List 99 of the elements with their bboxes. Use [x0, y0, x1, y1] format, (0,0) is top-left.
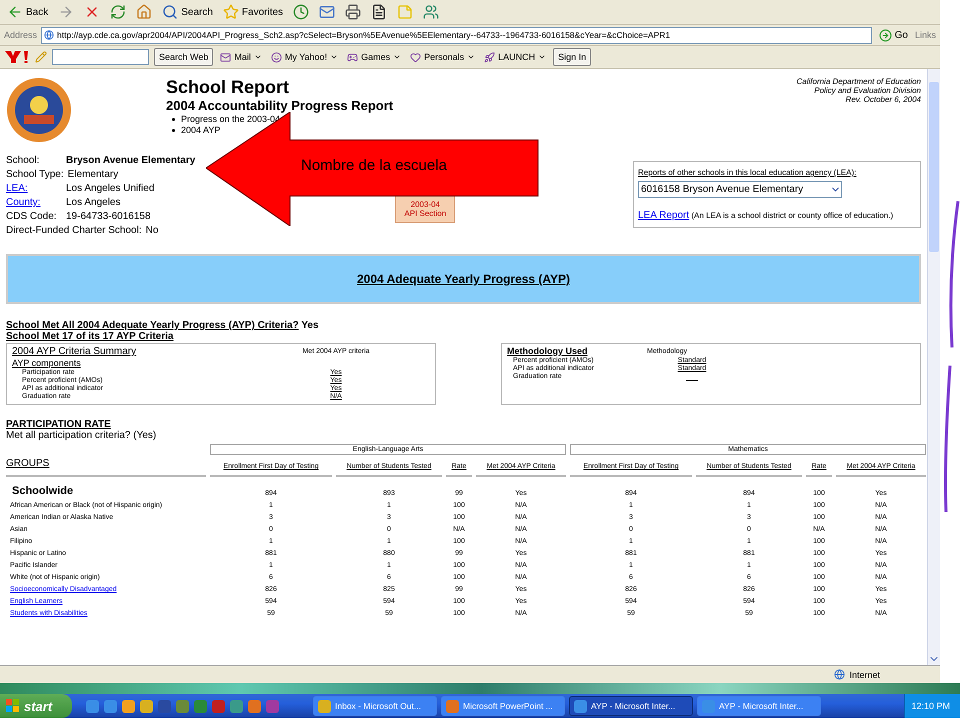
toolbar-menu-button[interactable]: Personals [408, 52, 478, 62]
pencil-icon[interactable] [35, 51, 47, 63]
gamepad-icon [347, 52, 358, 62]
section-heading: PARTICIPATION RATE [6, 419, 112, 430]
toolbar-menu-button[interactable]: Games [345, 52, 404, 62]
address-label: Address [4, 30, 38, 40]
summary-title: 2004 AYP Criteria Summary [12, 346, 138, 357]
info-value: Los Angeles [66, 197, 120, 208]
smiley-icon [270, 52, 282, 62]
info-link[interactable]: LEA: [6, 183, 62, 194]
address-field[interactable]: http://ayp.cde.ca.gov/apr2004/API/2004API_Progress_Sch2.asp?cSelect=Bryson%5EAvenue%5EElementary--64733--1964733-6016158&cYear=&cChoice=APR1 [41, 26, 872, 44]
quick-launch-icon[interactable] [194, 700, 207, 712]
globe-icon [834, 669, 846, 680]
toolbar-menu-button[interactable]: LAUNCH [482, 52, 548, 62]
bullet-icon [172, 118, 175, 120]
zone-label: Internet [849, 670, 880, 680]
taskbar-button[interactable]: AYP - Microsoft Inter... [569, 696, 693, 716]
go-button[interactable]: Go [876, 25, 911, 45]
taskbar-button[interactable]: Microsoft PowerPoint ... [441, 696, 565, 716]
note-icon [397, 4, 414, 20]
toolbar-menu-button[interactable]: My Yahoo! [268, 52, 340, 62]
document-icon [371, 4, 388, 20]
caret-icon [330, 53, 338, 61]
caret-icon [254, 53, 262, 61]
info-label: School Type: [6, 169, 64, 180]
caret-icon [538, 53, 546, 61]
lea-label: Reports of other schools in this local education agency (LEA): [638, 168, 858, 177]
mail-icon [220, 52, 232, 62]
globe-icon [44, 30, 54, 40]
info-label: Direct-Funded Charter School: [6, 225, 142, 236]
agency-line: Policy and Evaluation Division [813, 86, 921, 95]
back-button[interactable]: Back [4, 2, 52, 22]
groups-header: GROUPS [6, 456, 206, 477]
info-value: 19-64733-6016158 [66, 211, 151, 222]
info-value: Bryson Avenue Elementary [66, 155, 196, 166]
agency-line: Rev. October 6, 2004 [844, 95, 921, 104]
seal-icon [6, 77, 72, 143]
met-all-text: School Met All 2004 Adequate Yearly Progress (AYP) Criteria? Yes [6, 320, 320, 331]
info-link[interactable]: County: [6, 197, 62, 208]
agency-line: California Department of Education [796, 77, 921, 86]
favorites-icon [222, 4, 239, 20]
search-web-button[interactable]: Search Web [154, 48, 214, 66]
links-label[interactable]: Links [914, 30, 936, 40]
mail-icon [319, 4, 336, 20]
api-section-button[interactable]: 2003-04 API Section [395, 195, 456, 223]
windows-logo-icon [6, 699, 20, 713]
bullet-text: 2004 AYP [181, 125, 220, 135]
quick-launch-icon[interactable] [104, 700, 117, 712]
report-subtitle: 2004 Accountability Progress Report [166, 98, 394, 113]
yahoo-search-field[interactable] [52, 49, 149, 65]
lea-note: LEA Report (An LEA is a school district or county office of education.) [638, 210, 894, 221]
callout-text: Nombre de la escuela [301, 157, 447, 174]
caret-icon [393, 53, 402, 61]
quick-launch-icon[interactable] [248, 700, 261, 712]
quick-launch-icon[interactable] [230, 700, 243, 712]
school-select[interactable]: 6016158 Bryson Avenue Elementary [638, 181, 842, 198]
home-icon [136, 4, 152, 20]
favorites-button[interactable]: Favorites [220, 2, 286, 22]
section-banner: 2004 Adequate Yearly Progress (AYP) [6, 254, 921, 304]
taskbar-button[interactable]: Inbox - Microsoft Out... [313, 696, 437, 716]
info-value: Los Angeles Unified [66, 183, 154, 194]
window-icon [318, 700, 331, 712]
quick-launch-icon[interactable] [140, 700, 153, 712]
lea-report-link[interactable]: LEA Report [638, 210, 690, 221]
caret-icon [467, 53, 476, 61]
print-icon [345, 4, 362, 20]
report-title: School Report [166, 77, 290, 98]
met-count-text: School Met 17 of its 17 AYP Criteria [6, 331, 174, 342]
sign-in-button[interactable]: Sign In [553, 48, 592, 66]
yahoo-logo-icon[interactable] [4, 50, 30, 64]
people-icon [423, 4, 440, 20]
quick-launch-icon[interactable] [212, 700, 225, 712]
quick-launch-icon[interactable] [86, 700, 99, 712]
search-button[interactable]: Search [159, 2, 216, 22]
bullet-icon [172, 128, 175, 132]
taskbar-button[interactable]: AYP - Microsoft Inter... [697, 696, 821, 716]
search-icon [162, 4, 178, 20]
quick-launch-icon[interactable] [122, 700, 135, 712]
participation-note: Met all participation criteria? (Yes) [6, 430, 158, 441]
refresh-icon [110, 4, 126, 20]
heart-icon [410, 52, 422, 62]
quick-launch-icon[interactable] [158, 700, 171, 712]
quick-launch-icon[interactable] [266, 700, 279, 712]
group-name: Schoolwide [12, 485, 74, 497]
info-value: Elementary [68, 169, 118, 180]
back-icon [7, 4, 23, 20]
info-label: School: [6, 155, 40, 166]
toolbar-menu-button[interactable]: Mail [218, 52, 264, 62]
quick-launch-icon[interactable] [176, 700, 189, 712]
window-icon [446, 700, 459, 712]
scroll-bar[interactable] [927, 69, 940, 665]
info-label: CDS Code: [6, 211, 58, 222]
components-label: AYP components [12, 358, 82, 368]
clock: 12:10 PM [911, 701, 950, 711]
methodology-title: Methodology Used [507, 346, 588, 356]
window-icon [574, 700, 587, 712]
rocket-icon [484, 52, 496, 62]
history-icon [293, 4, 310, 20]
info-value: No [146, 225, 158, 236]
